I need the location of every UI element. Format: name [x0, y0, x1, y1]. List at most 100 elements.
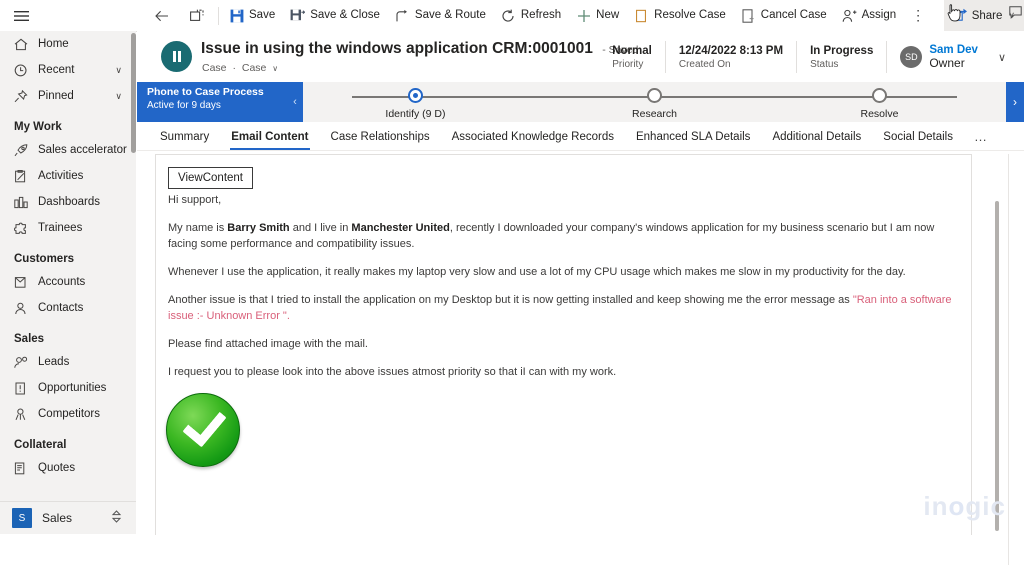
- save-and-close-icon: [289, 8, 306, 24]
- email-paragraph-5: I request you to please look into the ab…: [168, 365, 617, 378]
- sidebar-group-title: Customers: [14, 253, 75, 265]
- feedback-icon[interactable]: [1009, 6, 1022, 22]
- refresh-button[interactable]: Refresh: [493, 0, 568, 31]
- breadcrumb[interactable]: Case · Case ∨: [202, 62, 278, 74]
- watermark-part-o: o: [948, 491, 966, 521]
- activities-icon: [14, 169, 34, 183]
- hamburger-icon[interactable]: [8, 5, 34, 27]
- home-icon: [14, 38, 34, 51]
- watermark-part-1: in: [923, 491, 949, 521]
- sidebar-scrollbar[interactable]: [131, 33, 136, 153]
- inogic-watermark: inogic: [923, 491, 1006, 522]
- resolve-case-label: Resolve Case: [654, 9, 726, 21]
- email-content-scrollbar[interactable]: [995, 201, 999, 531]
- tab-social-details[interactable]: Social Details: [872, 131, 964, 150]
- sidebar-item-recent[interactable]: Recent ∨: [0, 57, 136, 83]
- tab-associated-knowledge-records[interactable]: Associated Knowledge Records: [441, 131, 625, 150]
- page-title: Issue in using the windows application C…: [201, 40, 638, 58]
- green-check-circle-image: [166, 392, 240, 467]
- area-switcher-icon[interactable]: [111, 510, 122, 526]
- tab-additional-details[interactable]: Additional Details: [761, 131, 872, 150]
- competitors-icon: [14, 408, 34, 421]
- sidebar-item-dashboards[interactable]: Dashboards: [0, 189, 136, 215]
- save-and-route-button[interactable]: Save & Route: [387, 0, 493, 31]
- header-expand-chevron-down-icon[interactable]: ∨: [988, 51, 1016, 64]
- sidebar-item-quotes[interactable]: Quotes: [0, 455, 136, 481]
- owner-name[interactable]: Sam Dev: [929, 44, 978, 56]
- sidebar-item-competitors[interactable]: Competitors: [0, 401, 136, 427]
- puzzle-icon: [14, 222, 34, 235]
- sidebar-item-label: Quotes: [38, 462, 76, 474]
- command-bar-right: Share ∨: [943, 0, 1024, 31]
- bpf-next-chevron-icon[interactable]: ›: [1006, 82, 1024, 122]
- sitemap-sidebar: Home Recent ∨ Pinned ∨ My Work Sales acc…: [0, 31, 136, 534]
- resolve-case-button[interactable]: Resolve Case: [626, 0, 733, 31]
- record-header: Issue in using the windows application C…: [137, 31, 1024, 82]
- tab-enhanced-sla-details[interactable]: Enhanced SLA Details: [625, 131, 761, 150]
- header-field-value: 12/24/2022 8:13 PM: [678, 44, 784, 57]
- rocket-icon: [14, 143, 34, 157]
- open-in-new-window-button[interactable]: [181, 0, 216, 31]
- sidebar-item-activities[interactable]: Activities: [0, 163, 136, 189]
- chevron-down-icon[interactable]: ∨: [115, 91, 122, 102]
- new-label: New: [596, 9, 620, 21]
- email-sender-location: Manchester United: [351, 221, 450, 234]
- share-icon: [952, 8, 968, 24]
- sidebar-item-opportunities[interactable]: Opportunities: [0, 375, 136, 401]
- bpf-previous-chevron-icon[interactable]: ‹: [287, 82, 303, 122]
- chevron-down-icon[interactable]: ∨: [272, 64, 278, 73]
- save-and-close-button[interactable]: Save & Close: [282, 0, 387, 31]
- save-and-route-label: Save & Route: [414, 9, 486, 21]
- email-paragraph-4: Please find attached image with the mail…: [168, 337, 368, 350]
- save-label: Save: [249, 9, 276, 21]
- sidebar-item-leads[interactable]: Leads: [0, 349, 136, 375]
- sidebar-item-home[interactable]: Home: [0, 31, 136, 57]
- command-bar-buttons: Save Save & Close Save & Route Refresh N…: [146, 0, 933, 31]
- header-field-label: Status: [810, 58, 839, 70]
- email-body: Hi support, My name is Barry Smith and I…: [156, 189, 971, 381]
- bpf-stage-identify[interactable]: Identify (9 D): [355, 82, 475, 120]
- sidebar-item-sales-accelerator[interactable]: Sales accelerator: [0, 137, 136, 163]
- email-paragraph-3: Another issue is that I tried to install…: [168, 293, 957, 325]
- chevron-down-icon[interactable]: ∨: [115, 65, 122, 76]
- sidebar-item-label: Sales accelerator: [38, 144, 127, 156]
- form-tab-list: Summary Email Content Case Relationships…: [137, 122, 1024, 151]
- sidebar-item-contacts[interactable]: Contacts: [0, 295, 136, 321]
- save-button[interactable]: Save: [221, 0, 282, 31]
- bpf-stage-research[interactable]: Research: [595, 82, 715, 120]
- header-field-label: Owner: [929, 56, 965, 70]
- dynamics-case-form-page: Save Save & Close Save & Route Refresh N…: [0, 0, 1024, 565]
- sidebar-item-trainees[interactable]: Trainees: [0, 215, 136, 241]
- contact-person-icon: [14, 302, 34, 315]
- bpf-stage-resolve[interactable]: Resolve: [819, 82, 939, 120]
- cancel-case-icon: [740, 8, 757, 24]
- assign-button[interactable]: Assign: [834, 0, 904, 31]
- sidebar-item-label: Trainees: [38, 222, 83, 234]
- sidebar-item-label: Dashboards: [38, 196, 101, 208]
- header-field-priority[interactable]: Normal Priority: [599, 41, 665, 73]
- open-in-new-window-icon: [188, 8, 205, 24]
- header-field-created-on[interactable]: 12/24/2022 8:13 PM Created On: [664, 41, 796, 73]
- tab-summary[interactable]: Summary: [149, 131, 220, 150]
- sidebar-group-title: My Work: [14, 121, 62, 133]
- sidebar-item-pinned[interactable]: Pinned ∨: [0, 83, 136, 109]
- business-process-flow: Phone to Case Process Active for 9 days …: [137, 82, 1024, 122]
- header-field-owner[interactable]: SD Sam Dev Owner: [886, 41, 988, 73]
- sidebar-item-accounts[interactable]: Accounts: [0, 269, 136, 295]
- tab-overflow-button[interactable]: …: [964, 129, 997, 150]
- cancel-case-button[interactable]: Cancel Case: [733, 0, 834, 31]
- header-fields: Normal Priority 12/24/2022 8:13 PM Creat…: [599, 37, 1016, 77]
- tab-email-content[interactable]: Email Content: [220, 131, 319, 150]
- assign-person-icon: [841, 8, 858, 24]
- area-switcher[interactable]: S Sales: [0, 501, 136, 534]
- command-overflow-button[interactable]: ⋮: [903, 0, 933, 31]
- tab-case-relationships[interactable]: Case Relationships: [320, 131, 441, 150]
- view-content-button[interactable]: ViewContent: [168, 167, 253, 189]
- back-button[interactable]: [146, 0, 181, 31]
- header-field-status[interactable]: In Progress Status: [796, 41, 886, 73]
- bpf-stage-dot: [407, 88, 423, 103]
- header-field-label: Priority: [612, 58, 644, 70]
- bpf-stage-summary[interactable]: Phone to Case Process Active for 9 days: [137, 82, 287, 122]
- new-button[interactable]: New: [568, 0, 626, 31]
- area-tile: S: [12, 508, 32, 528]
